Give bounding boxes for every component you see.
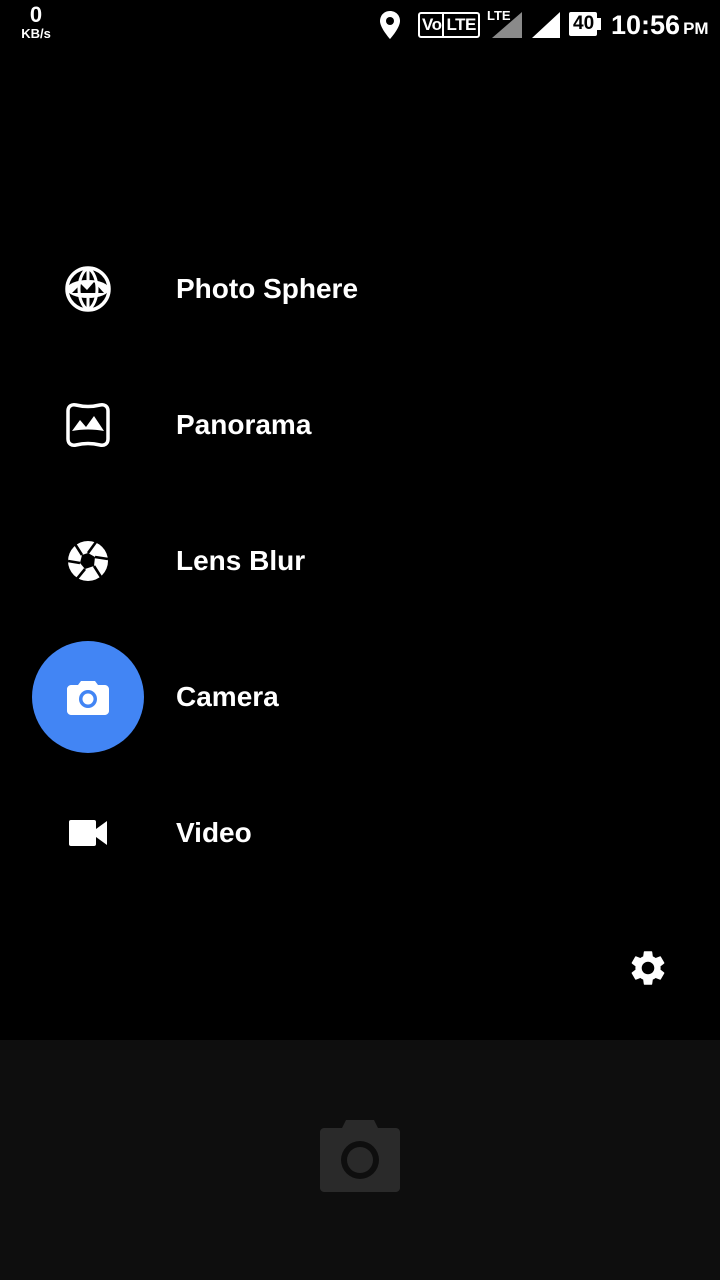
network-speed-unit: KB/s [21,26,51,41]
mode-camera[interactable]: Camera [0,641,720,753]
mode-label: Lens Blur [176,545,306,576]
status-clock: 10:56 PM [611,9,709,45]
mode-icon-container [32,369,144,481]
mode-label: Camera [176,681,279,712]
camera-icon [67,681,109,715]
camera-app-screen: 0 KB/s Vo LTE LTE 40 10:56 PM Photo Sphe… [0,0,720,1280]
status-bar: 0 KB/s Vo LTE LTE 40 10:56 PM [0,0,720,50]
battery-level: 40 [573,13,595,34]
photo-sphere-icon [65,266,111,312]
mode-label: Photo Sphere [176,273,359,304]
network-speed-value: 0 [29,2,43,27]
volte-icon: Vo LTE [418,12,480,38]
video-icon [69,820,107,846]
mode-label: Panorama [176,409,312,440]
mode-photo-sphere[interactable]: Photo Sphere [0,233,720,345]
volte-vo-text: Vo [422,15,442,34]
mode-icon-container [32,233,144,345]
gear-icon [631,951,665,985]
panorama-icon [66,403,110,447]
clock-time: 10:56 [611,10,681,40]
mode-label: Video [176,817,252,848]
bottom-control-bar [0,1040,720,1280]
network-speed: 0 KB/s [14,2,58,41]
lens-blur-icon [67,541,109,581]
signal-icon [492,12,522,38]
mode-icon-container [32,505,144,617]
mode-video[interactable]: Video [0,777,720,889]
mode-icon-container-active [32,641,144,753]
mode-icon-container [32,777,144,889]
shutter-button[interactable] [320,1120,400,1192]
clock-ampm: PM [683,19,709,38]
location-icon [380,11,400,39]
volte-lte-text: LTE [442,14,476,36]
signal-icon [532,12,560,38]
settings-button[interactable] [620,940,676,996]
mode-lens-blur[interactable]: Lens Blur [0,505,720,617]
mode-panorama[interactable]: Panorama [0,369,720,481]
